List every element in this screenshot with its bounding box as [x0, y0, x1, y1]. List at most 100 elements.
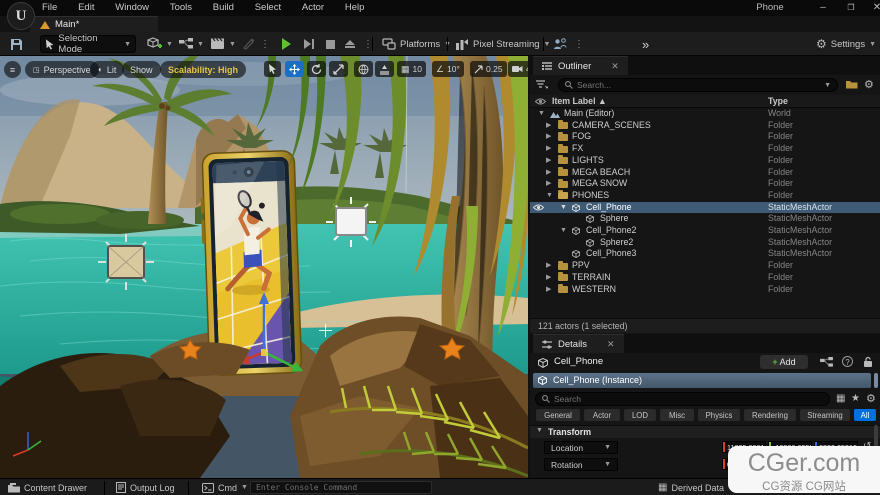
pixel-streaming-dropdown[interactable]: Pixel Streaming ▼: [452, 35, 554, 53]
outliner-column-header[interactable]: Item Label ▲ Type: [530, 95, 880, 108]
filter-tab-streaming[interactable]: Streaming: [800, 409, 850, 421]
level-viewport[interactable]: ≡ ◳ Perspective ◐ Lit Show Scalability: …: [0, 56, 528, 478]
location-dropdown[interactable]: Location ▼: [544, 441, 618, 454]
outliner-row-fx[interactable]: ▶ FXFolder: [530, 143, 880, 155]
filter-tab-actor[interactable]: Actor: [584, 409, 620, 421]
menu-file[interactable]: File: [33, 0, 66, 15]
column-item-label[interactable]: Item Label ▲: [552, 96, 607, 106]
rotation-dropdown[interactable]: Rotation ▼: [544, 458, 618, 471]
show-dropdown[interactable]: Show: [122, 61, 161, 78]
add-component-button[interactable]: + Add: [760, 355, 808, 369]
tab-main-level[interactable]: Main*: [30, 16, 158, 32]
menu-window[interactable]: Window: [106, 0, 158, 15]
minimize-button[interactable]: –: [810, 0, 836, 15]
play-button[interactable]: [278, 35, 295, 53]
cmd-dropdown[interactable]: Cmd ▼: [196, 479, 254, 495]
outliner-row-cell-phone2[interactable]: ▼ Cell_Phone2StaticMeshActor: [530, 225, 880, 237]
outliner-row-fog[interactable]: ▶ FOGFolder: [530, 131, 880, 143]
perspective-dropdown[interactable]: ◳ Perspective: [25, 61, 99, 78]
add-actor-dropdown[interactable]: ▼: [143, 35, 177, 53]
tab-details[interactable]: Details ✕: [533, 334, 624, 353]
menu-build[interactable]: Build: [204, 0, 243, 15]
outliner-search-input[interactable]: Search... ▼: [558, 78, 838, 92]
outliner-settings-icon[interactable]: ⚙: [864, 78, 874, 91]
filter-tab-physics[interactable]: Physics: [698, 409, 740, 421]
scale-tool-button[interactable]: [329, 61, 348, 77]
details-close-icon[interactable]: ✕: [607, 339, 615, 350]
scalability-badge[interactable]: Scalability: High: [160, 61, 246, 78]
menu-select[interactable]: Select: [246, 0, 290, 15]
console-command-input[interactable]: Enter Console Command: [250, 481, 432, 494]
outliner-row-ppv[interactable]: ▶ PPVFolder: [530, 260, 880, 272]
surface-snapping-button[interactable]: [375, 61, 394, 77]
close-button[interactable]: ✕: [864, 0, 880, 15]
outliner-row-terrain[interactable]: ▶ TERRAINFolder: [530, 272, 880, 284]
outliner-close-icon[interactable]: ✕: [611, 61, 619, 72]
blueprint-convert-icon[interactable]: [820, 357, 833, 368]
content-drawer-button[interactable]: Content Drawer: [2, 479, 93, 495]
multi-user-options-menu[interactable]: ⋮: [570, 35, 588, 53]
maximize-button[interactable]: ❐: [838, 0, 864, 15]
outliner-row-cell-phone3[interactable]: Cell_Phone3StaticMeshActor: [530, 248, 880, 260]
filter-icon[interactable]: [536, 80, 548, 90]
details-search-input[interactable]: Search: [535, 392, 830, 406]
transform-section-header[interactable]: ▼ Transform: [530, 425, 880, 438]
unreal-logo-icon[interactable]: U: [7, 2, 35, 30]
frame-skip-button[interactable]: [300, 35, 318, 53]
toolbar-overflow-button[interactable]: »: [638, 35, 653, 53]
display-settings-icon[interactable]: ▦: [836, 393, 845, 404]
grid-snap-button[interactable]: ▦ 10: [397, 61, 426, 77]
eye-icon[interactable]: [533, 204, 544, 211]
cinematics-dropdown[interactable]: ▼: [207, 35, 240, 53]
world-space-toggle[interactable]: [354, 61, 373, 77]
output-log-button[interactable]: Output Log: [110, 479, 181, 495]
derived-data-button[interactable]: ▦ Derived Data: [652, 479, 730, 495]
outliner-row-main[interactable]: ▼ Main (Editor)World: [530, 108, 880, 120]
instance-scrollbar[interactable]: [874, 373, 878, 388]
lock-icon[interactable]: [863, 356, 873, 368]
lit-dropdown[interactable]: ◐ Lit: [90, 61, 124, 78]
outliner-row-sphere[interactable]: SphereStaticMeshActor: [530, 213, 880, 225]
selection-mode-dropdown[interactable]: Selection Mode ▼: [40, 35, 136, 53]
rotate-tool-button[interactable]: [307, 61, 326, 77]
select-tool-button[interactable]: [264, 61, 281, 77]
filter-tab-rendering[interactable]: Rendering: [744, 409, 796, 421]
stop-button[interactable]: [322, 35, 339, 53]
move-tool-button[interactable]: [285, 61, 304, 77]
instance-row[interactable]: Cell_Phone (Instance): [533, 373, 871, 388]
scale-snap-button[interactable]: 0.25: [470, 61, 507, 77]
tab-outliner[interactable]: Outliner ✕: [533, 56, 628, 75]
outliner-row-mega-beach[interactable]: ▶ MEGA BEACHFolder: [530, 167, 880, 179]
outliner-row-lights[interactable]: ▶ LIGHTSFolder: [530, 155, 880, 167]
outliner-row-sphere2[interactable]: Sphere2StaticMeshActor: [530, 237, 880, 249]
save-button[interactable]: [6, 35, 27, 53]
outliner-row-cell-phone-selected[interactable]: ▼ Cell_Phone StaticMeshActor: [530, 202, 880, 214]
outliner-row-phones[interactable]: ▼ PHONESFolder: [530, 190, 880, 202]
rotation-snap-button[interactable]: ∠ 10°: [432, 61, 464, 77]
menu-actor[interactable]: Actor: [293, 0, 333, 15]
filter-tab-all[interactable]: All: [854, 409, 876, 421]
details-settings-icon[interactable]: ⚙: [866, 392, 876, 405]
favorites-star-icon[interactable]: ★: [851, 393, 860, 404]
outliner-row-mega-snow[interactable]: ▶ MEGA SNOWFolder: [530, 178, 880, 190]
modes-overflow-menu[interactable]: ⋮: [256, 35, 274, 53]
column-type[interactable]: Type: [768, 96, 788, 106]
eject-button[interactable]: [341, 35, 359, 53]
filter-tab-misc[interactable]: Misc: [660, 409, 694, 421]
camera-speed-button[interactable]: 4: [508, 61, 528, 77]
settings-dropdown[interactable]: ⚙ Settings ▼: [812, 35, 880, 53]
play-options-menu[interactable]: ⋮: [359, 35, 377, 53]
filter-tab-general[interactable]: General: [536, 409, 580, 421]
menu-edit[interactable]: Edit: [69, 0, 103, 15]
help-icon[interactable]: ?: [842, 356, 853, 367]
filter-tab-lod[interactable]: LOD: [624, 409, 656, 421]
outliner-row-camera-scenes[interactable]: ▶ CAMERA_SCENESFolder: [530, 120, 880, 132]
viewport-options-menu[interactable]: ≡: [4, 61, 21, 78]
multi-user-button[interactable]: [549, 35, 571, 53]
outliner-row-western[interactable]: ▶ WESTERNFolder: [530, 284, 880, 296]
menu-help[interactable]: Help: [336, 0, 374, 15]
menu-tools[interactable]: Tools: [161, 0, 201, 15]
platforms-dropdown[interactable]: Platforms ▼: [378, 35, 455, 53]
create-folder-icon[interactable]: [846, 79, 858, 89]
blueprints-dropdown[interactable]: ▼: [175, 35, 208, 53]
